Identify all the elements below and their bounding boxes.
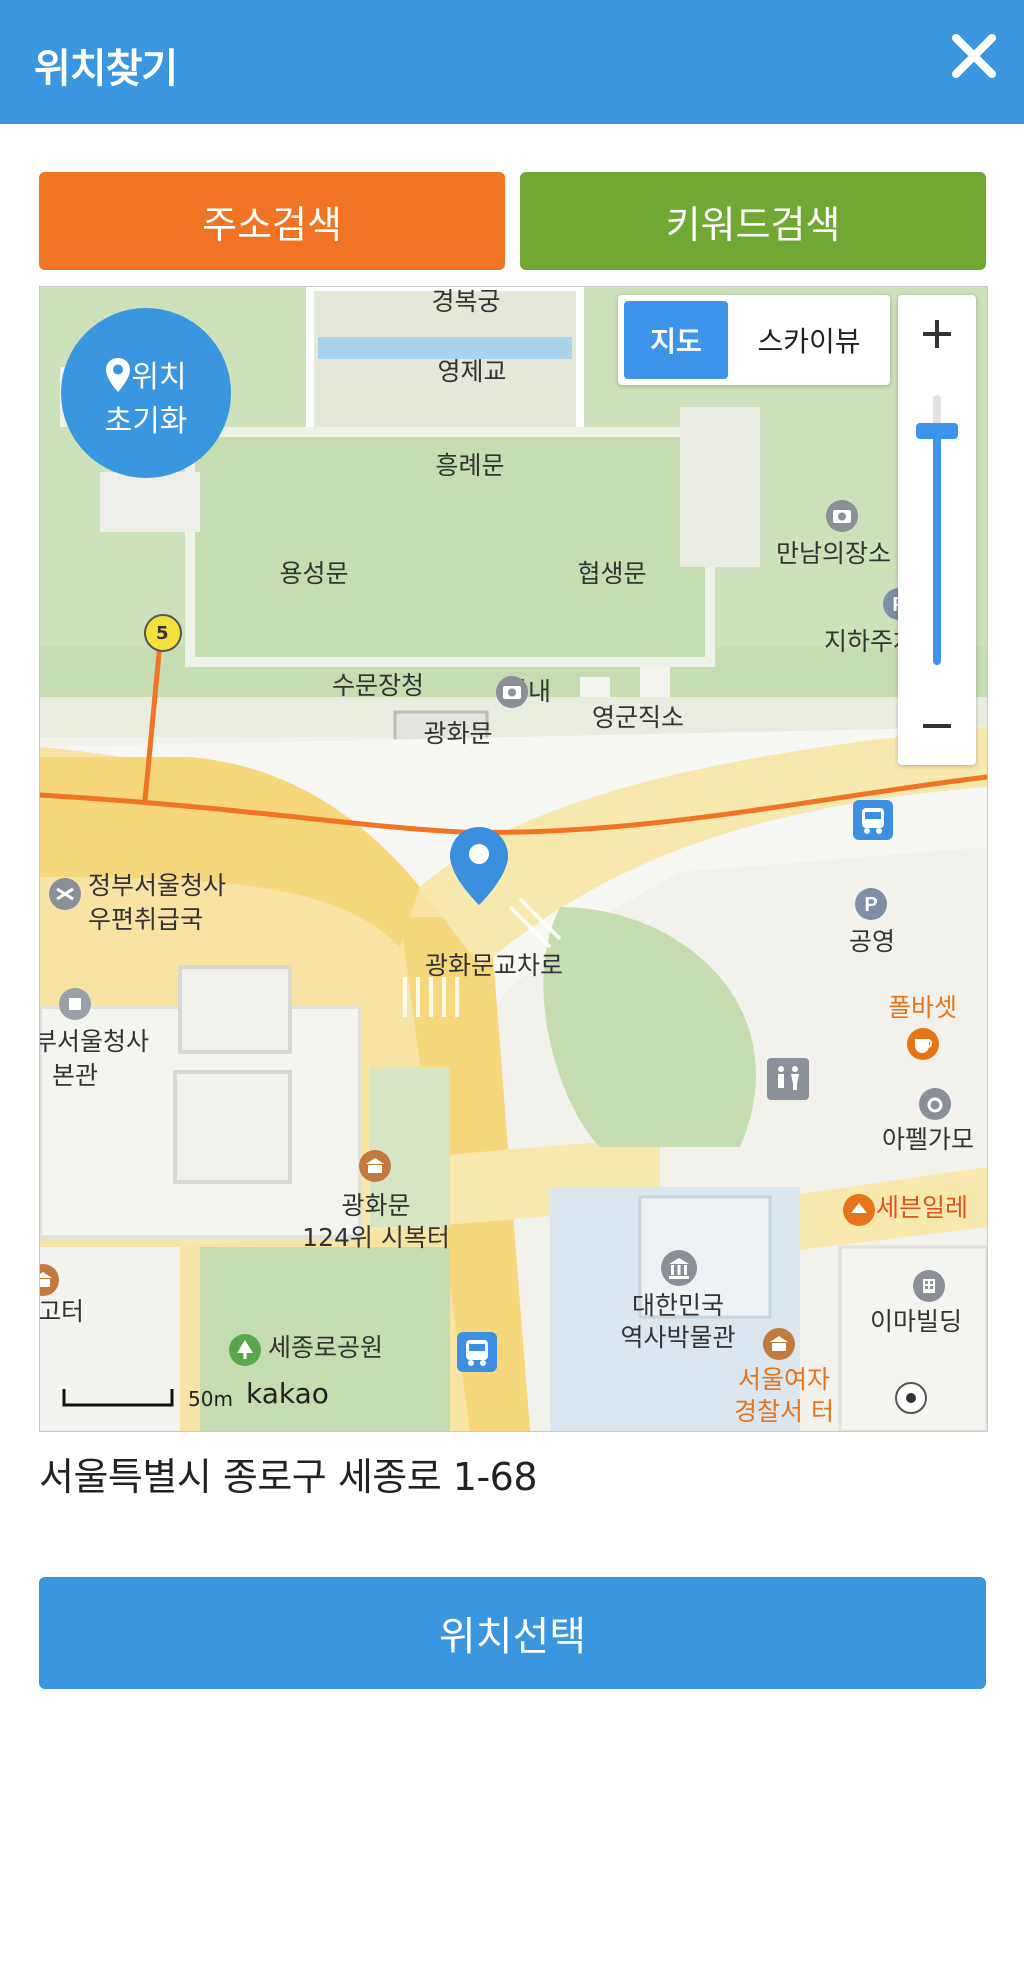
reset-location-line1: 위치 bbox=[61, 352, 231, 396]
location-marker-icon[interactable] bbox=[448, 825, 510, 907]
zoom-slider-fill bbox=[933, 431, 941, 665]
map-pin-icon bbox=[895, 1382, 927, 1414]
minus-icon[interactable] bbox=[898, 687, 976, 765]
map-label: 아펠가모 bbox=[882, 1125, 975, 1154]
map-scale-label: 50m bbox=[188, 1387, 233, 1411]
map-provider-logo: kakao bbox=[246, 1377, 329, 1410]
map-type-toggle: 지도 스카이뷰 bbox=[618, 295, 890, 385]
map-label: 경찰서 터 bbox=[734, 1397, 834, 1426]
map-label: 용성문 bbox=[279, 559, 349, 588]
convenience-store-icon bbox=[843, 1194, 875, 1226]
close-button[interactable] bbox=[946, 28, 1002, 84]
header: 위치찾기 bbox=[0, 0, 1024, 124]
pin-icon bbox=[106, 358, 131, 392]
keyword-search-button[interactable]: 키워드검색 bbox=[520, 172, 986, 270]
map-label: 만남의장소 bbox=[776, 539, 892, 568]
map-label: 경복궁 bbox=[431, 287, 501, 316]
zoom-slider-handle[interactable] bbox=[916, 423, 958, 439]
map-label: 이마빌딩 bbox=[870, 1307, 963, 1336]
map-label: 광화문 bbox=[341, 1191, 411, 1220]
post-office-icon bbox=[49, 878, 81, 910]
plus-icon[interactable] bbox=[898, 295, 976, 373]
bus-stop-icon bbox=[853, 800, 893, 840]
park-icon bbox=[229, 1334, 261, 1366]
map-label: 대한민국 bbox=[631, 1291, 725, 1320]
page-title: 위치찾기 bbox=[34, 46, 178, 92]
map-label: 우편취급국 bbox=[88, 905, 204, 934]
map-label: 고터 bbox=[39, 1297, 85, 1326]
landmark-icon bbox=[359, 1150, 391, 1182]
map-label: 세종로공원 bbox=[268, 1333, 384, 1362]
map-label: 폴바셋 bbox=[888, 993, 958, 1022]
map-label: 광화문 bbox=[423, 719, 493, 748]
camera-icon bbox=[496, 676, 528, 708]
map-label: 역사박물관 bbox=[620, 1323, 736, 1352]
reset-location-line2: 초기화 bbox=[104, 404, 188, 439]
map-label: 영군직소 bbox=[591, 703, 685, 732]
map-label: 세븐일레 bbox=[876, 1193, 969, 1222]
subway-exit-label: 5 bbox=[156, 623, 169, 644]
map-label: 부서울청사 bbox=[39, 1027, 150, 1056]
map-label: 본관 bbox=[52, 1061, 99, 1090]
map-label: 서울여자 bbox=[737, 1365, 831, 1394]
svg-text:P: P bbox=[864, 894, 877, 916]
zoom-control bbox=[898, 295, 976, 765]
cafe-icon bbox=[907, 1028, 939, 1060]
zoom-out-button[interactable] bbox=[898, 687, 976, 765]
restaurant-icon bbox=[919, 1088, 951, 1120]
map-label: 영제교 bbox=[437, 357, 507, 386]
map-label: 124위 시복터 bbox=[302, 1223, 450, 1252]
close-icon[interactable] bbox=[946, 28, 1002, 84]
map-type-map-button[interactable]: 지도 bbox=[624, 301, 728, 379]
map-label: 협생문 bbox=[577, 559, 647, 588]
restroom-icon bbox=[767, 1058, 809, 1100]
bus-stop-icon bbox=[457, 1332, 497, 1372]
map-label: 광화문교차로 bbox=[424, 951, 564, 980]
office-building-icon bbox=[913, 1270, 945, 1302]
address-search-button[interactable]: 주소검색 bbox=[39, 172, 505, 270]
zoom-in-button[interactable] bbox=[898, 295, 976, 373]
selected-address: 서울특별시 종로구 세종로 1-68 bbox=[39, 1455, 538, 1499]
select-location-button[interactable]: 위치선택 bbox=[39, 1577, 986, 1689]
map-label: 흥례문 bbox=[435, 451, 505, 480]
museum-icon bbox=[661, 1250, 697, 1286]
map-type-skyview-button[interactable]: 스카이뷰 bbox=[734, 301, 884, 379]
map-view[interactable]: 경복궁 영제교 흥례문 용성문 협생문 수문장청 안내 영군직소 광화문 만남의… bbox=[39, 286, 988, 1432]
reset-location-button[interactable]: 위치 초기화 bbox=[61, 308, 231, 478]
landmark-icon bbox=[40, 1264, 59, 1296]
camera-icon bbox=[826, 500, 858, 532]
parking-icon: P bbox=[855, 888, 887, 920]
landmark-icon bbox=[763, 1328, 795, 1360]
map-label: 공영 bbox=[848, 927, 896, 956]
map-label: 수문장청 bbox=[331, 671, 425, 700]
building-icon bbox=[59, 988, 91, 1020]
map-label: 정부서울청사 bbox=[88, 871, 227, 900]
